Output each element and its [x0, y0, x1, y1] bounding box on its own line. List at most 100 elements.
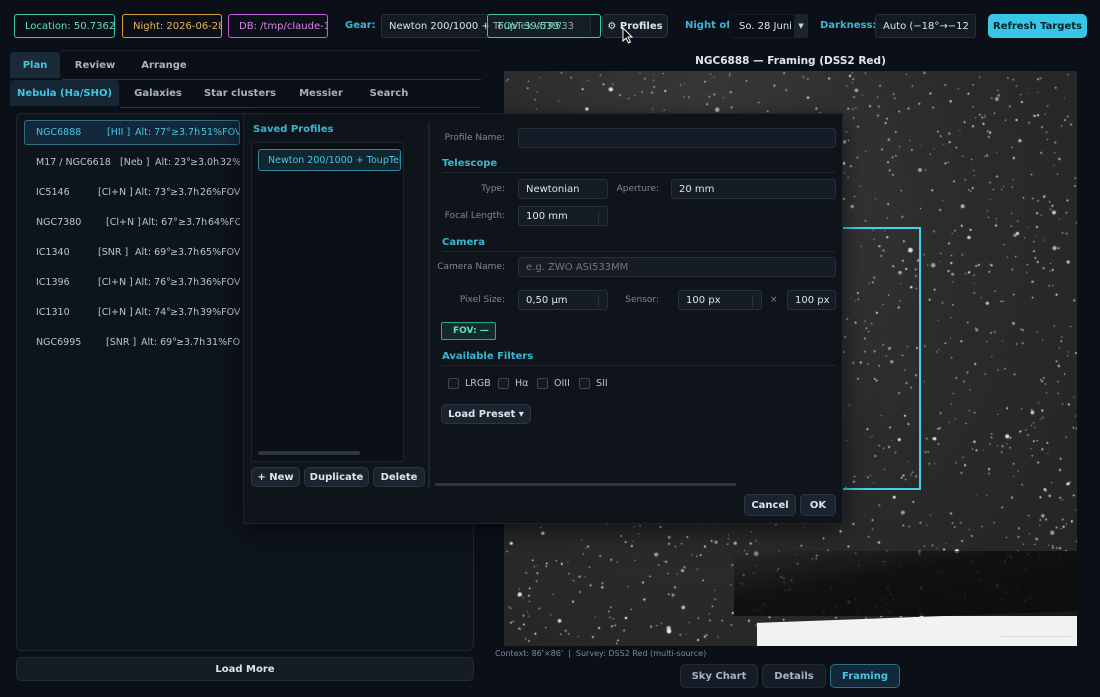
night-of-label: Night of:: [685, 20, 735, 31]
night-of-dropdown-button[interactable]: ▼: [794, 14, 808, 38]
table-row[interactable]: M17 / NGC6618 [Neb ] Alt: 23° ≥3.0h 32%F: [24, 150, 240, 174]
category-tabs-divider: [120, 107, 481, 108]
profile-name-label: Profile Name:: [444, 133, 505, 143]
sensor-label: Sensor:: [625, 295, 659, 305]
filter-lrgb-label: LRGB: [465, 378, 491, 389]
target-alt: Alt: 23°: [155, 156, 191, 168]
fov-overlay-badge: FOV: 39.539': [487, 14, 601, 38]
target-type: [SNR ]: [98, 246, 129, 258]
focal-length-input[interactable]: 100 mm: [518, 206, 608, 226]
tab-plan[interactable]: Plan: [10, 52, 60, 78]
gear-label: Gear:: [345, 20, 376, 31]
target-type: [Cl+N ]: [98, 186, 133, 198]
target-name: IC1340: [36, 246, 70, 258]
sensor-width-input[interactable]: 100 px: [678, 290, 762, 310]
tab-details[interactable]: Details: [762, 664, 826, 688]
spinner-arrows-icon[interactable]: [598, 211, 604, 223]
load-preset-button[interactable]: Load Preset ▾: [441, 404, 531, 424]
focal-length-value: 100 mm: [526, 210, 568, 222]
main-tabs-top-line: [62, 50, 481, 51]
target-name: IC5146: [36, 186, 70, 198]
target-fov: 26%FOV: [200, 186, 240, 198]
profiles-dialog[interactable]: Saved Profiles Newton 200/1000 + ToupTek…: [243, 113, 843, 524]
form-scrollbar[interactable]: [435, 483, 736, 486]
target-fov: 39%FOV: [200, 306, 240, 318]
camera-name-input[interactable]: [518, 257, 836, 277]
table-row[interactable]: NGC7380 [Cl+N ] Alt: 67° ≥3.7h 64%FOV: [24, 210, 240, 234]
target-type: [HII ]: [107, 127, 131, 138]
target-alt: Alt: 73°: [135, 186, 171, 198]
target-name: M17 / NGC6618: [36, 156, 111, 168]
target-alt: Alt: 76°: [135, 276, 171, 288]
ok-button[interactable]: OK: [800, 494, 836, 516]
tab-star-clusters[interactable]: Star clusters: [198, 80, 282, 106]
saved-profile-item[interactable]: Newton 200/1000 + ToupTek A: [258, 149, 401, 171]
darkness-select[interactable]: Auto (−18°→−12: [875, 14, 976, 38]
cancel-button[interactable]: Cancel: [744, 494, 796, 516]
fov-result-text: FOV: —: [453, 326, 489, 336]
table-row[interactable]: NGC6995 [SNR ] Alt: 69° ≥3.7h 31%FOV: [24, 330, 240, 354]
tab-sky-chart[interactable]: Sky Chart: [680, 664, 758, 688]
filter-lrgb-checkbox[interactable]: [448, 378, 459, 389]
new-profile-button[interactable]: + New: [251, 467, 300, 487]
scale-bar: [1001, 636, 1071, 637]
target-duration: ≥3.7h: [171, 127, 201, 138]
delete-profile-button[interactable]: Delete: [373, 467, 425, 487]
tab-nebula[interactable]: Nebula (Ha/SHO): [10, 80, 119, 106]
target-row-selected[interactable]: NGC6888 [HII ] Alt: 77° ≥3.7h 51%FOV: [24, 120, 240, 145]
section-divider: [442, 365, 836, 366]
filter-ha-checkbox[interactable]: [498, 378, 509, 389]
spinner-arrows-icon[interactable]: [752, 295, 758, 307]
sensor-width-value: 100 px: [686, 294, 721, 306]
target-alt: Alt: 67°: [142, 216, 178, 228]
location-badge: Location: 50.7362°,: [14, 14, 115, 38]
fov-result-badge: FOV: —: [441, 322, 496, 340]
db-badge: DB: /tmp/claude-10: [228, 14, 328, 38]
table-row[interactable]: IC1396 [Cl+N ] Alt: 76° ≥3.7h 36%FOV: [24, 270, 240, 294]
saved-profiles-list[interactable]: Newton 200/1000 + ToupTek A: [251, 142, 404, 462]
target-name: IC1396: [36, 276, 70, 288]
profiles-button[interactable]: ⚙ Profiles: [602, 14, 668, 38]
profile-name-input[interactable]: [518, 128, 836, 148]
tab-review[interactable]: Review: [66, 52, 124, 78]
refresh-targets-button[interactable]: Refresh Targets: [988, 14, 1087, 38]
fov-frame[interactable]: [834, 227, 921, 490]
tab-framing[interactable]: Framing: [830, 664, 900, 688]
aperture-input[interactable]: 20 mm: [671, 179, 836, 199]
table-row[interactable]: IC5146 [Cl+N ] Alt: 73° ≥3.7h 26%FOV: [24, 180, 240, 204]
telescope-type-value: Newtonian: [526, 183, 580, 195]
telescope-type-select[interactable]: Newtonian: [518, 179, 608, 199]
focal-length-label: Focal Length:: [444, 211, 505, 221]
target-type: [SNR ]: [106, 336, 137, 348]
tab-galaxies[interactable]: Galaxies: [124, 80, 192, 106]
pixel-size-input[interactable]: 0,50 µm: [518, 290, 608, 310]
duplicate-profile-button[interactable]: Duplicate: [304, 467, 369, 487]
telescope-section-title: Telescope: [442, 158, 498, 169]
framing-title: NGC6888 — Framing (DSS2 Red): [695, 55, 886, 67]
section-divider: [442, 172, 836, 173]
sensor-height-input[interactable]: 100 px: [787, 290, 836, 310]
table-row[interactable]: IC1310 [Cl+N ] Alt: 74° ≥3.7h 39%FOV: [24, 300, 240, 324]
table-row[interactable]: IC1340 [SNR ] Alt: 69° ≥3.7h 65%FOV: [24, 240, 240, 264]
filter-oiii-label: OIII: [554, 378, 570, 389]
darkness-label: Darkness:: [820, 20, 877, 31]
target-name: NGC6995: [36, 336, 82, 348]
target-duration: ≥3.7h: [170, 186, 200, 198]
target-alt: Alt: 74°: [135, 306, 171, 318]
list-scrollbar[interactable]: [258, 451, 360, 455]
filter-sii-checkbox[interactable]: [579, 378, 590, 389]
filter-oiii-checkbox[interactable]: [537, 378, 548, 389]
target-duration: ≥3.7h: [170, 246, 200, 258]
tab-arrange[interactable]: Arrange: [130, 52, 198, 78]
target-name: NGC6888: [36, 127, 82, 138]
aperture-label: Aperture:: [616, 184, 659, 194]
target-alt: Alt: 69°: [135, 246, 171, 258]
target-fov: 36%FOV: [200, 276, 240, 288]
target-name: IC1310: [36, 306, 70, 318]
pixel-size-label: Pixel Size:: [459, 295, 505, 305]
dialog-splitter[interactable]: [428, 122, 430, 488]
target-name: NGC7380: [36, 216, 82, 228]
tab-search[interactable]: Search: [360, 80, 418, 106]
load-more-button[interactable]: Load More: [16, 657, 474, 681]
tab-messier[interactable]: Messier: [290, 80, 352, 106]
